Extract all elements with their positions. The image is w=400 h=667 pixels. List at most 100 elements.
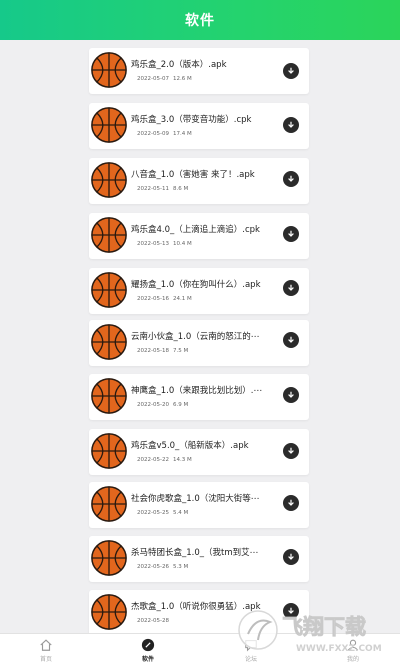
file-card[interactable]: 耀扬盒_1.0（你在狗叫什么）.apk 2022-05-16 24.1 M [89, 268, 309, 314]
file-name: 鸡乐盒v5.0_（船新版本）.apk [131, 441, 249, 451]
file-name: 鸡乐盒_2.0（版本）.apk [131, 60, 227, 70]
file-name: 社会你虎歌盒_1.0（沈阳大街等⋯ [131, 494, 260, 504]
file-size: 24.1 M [172, 296, 192, 302]
basketball-icon [91, 324, 127, 360]
file-meta: 2022-05-25 5.4 M [137, 510, 188, 516]
file-card[interactable]: 鸡乐盒4.0_（上滴追上滴追）.cpk 2022-05-13 10.4 M [89, 213, 309, 259]
file-date: 2022-05-11 [137, 186, 169, 192]
file-size: 12.6 M [172, 76, 192, 82]
download-icon [288, 447, 294, 454]
download-button[interactable] [283, 117, 299, 133]
file-card[interactable]: 社会你虎歌盒_1.0（沈阳大街等⋯ 2022-05-25 5.4 M [89, 482, 309, 528]
file-meta: 2022-05-11 8.6 M [137, 186, 188, 192]
home-icon [40, 639, 52, 651]
file-name: 杰歌盒_1.0（听说你很勇猛）.apk [131, 602, 261, 612]
download-icon [288, 67, 294, 74]
basketball-icon [91, 217, 127, 253]
tab-home-label: 首页 [39, 656, 52, 663]
download-icon [288, 607, 294, 614]
download-icon [288, 391, 294, 398]
software-icon [141, 638, 155, 652]
download-button[interactable] [283, 171, 299, 187]
file-date: 2022-05-28 [137, 618, 169, 624]
app-header: 软件 [0, 0, 400, 40]
download-button[interactable] [283, 495, 299, 511]
tab-software[interactable]: 软件 [128, 638, 168, 666]
download-icon [288, 230, 294, 237]
file-meta: 2022-05-13 10.4 M [137, 241, 192, 247]
file-list[interactable]: 鸡乐盒_2.0（版本）.apk 2022-05-07 12.6 M 鸡乐盒_3.0… [0, 40, 400, 633]
file-name: 云南小伙盒_1.0（云南的怒江的⋯ [131, 332, 260, 342]
basketball-icon [91, 107, 127, 143]
file-size: 17.4 M [172, 131, 192, 137]
tab-profile[interactable]: 我的 [333, 638, 373, 666]
tab-profile-label: 我的 [346, 656, 359, 663]
file-date: 2022-05-16 [137, 296, 169, 302]
file-meta: 2022-05-18 7.5 M [137, 348, 188, 354]
basketball-icon [91, 540, 127, 576]
file-date: 2022-05-09 [137, 131, 169, 137]
file-name: 神鹰盒_1.0（来跟我比划比划）.⋯ [131, 386, 262, 396]
file-date: 2022-05-22 [137, 457, 169, 463]
tab-software-label: 软件 [141, 656, 154, 663]
download-icon [288, 121, 294, 128]
file-meta: 2022-05-09 17.4 M [137, 131, 192, 137]
basketball-icon [91, 486, 127, 522]
file-date: 2022-05-25 [137, 510, 169, 516]
download-button[interactable] [283, 332, 299, 348]
file-date: 2022-05-20 [137, 402, 169, 408]
download-button[interactable] [283, 549, 299, 565]
tab-forum[interactable]: 论坛 [231, 638, 271, 666]
download-icon [288, 175, 294, 182]
file-date: 2022-05-13 [137, 241, 169, 247]
file-size: 14.3 M [172, 457, 192, 463]
file-name: 杀马特团长盒_1.0_（我tm到艾⋯ [131, 548, 259, 558]
download-button[interactable] [283, 280, 299, 296]
file-name: 八音盒_1.0（害她害 来了！.apk [131, 170, 255, 180]
file-card[interactable]: 杰歌盒_1.0（听说你很勇猛）.apk 2022-05-28 [89, 590, 309, 633]
download-icon [288, 336, 294, 343]
file-meta: 2022-05-07 12.6 M [137, 76, 192, 82]
file-card[interactable]: 鸡乐盒_2.0（版本）.apk 2022-05-07 12.6 M [89, 48, 309, 94]
bottom-tab-bar: 首页 软件 论坛 我的 [0, 633, 400, 667]
file-card[interactable]: 鸡乐盒v5.0_（船新版本）.apk 2022-05-22 14.3 M [89, 429, 309, 475]
file-size: 6.9 M [172, 402, 189, 408]
file-meta: 2022-05-28 [137, 618, 173, 624]
file-date: 2022-05-18 [137, 348, 169, 354]
file-size: 7.5 M [172, 348, 189, 354]
basketball-icon [91, 594, 127, 630]
file-date: 2022-05-07 [137, 76, 169, 82]
file-meta: 2022-05-20 6.9 M [137, 402, 188, 408]
basketball-icon [91, 433, 127, 469]
basketball-icon [91, 162, 127, 198]
file-date: 2022-05-26 [137, 564, 169, 570]
file-size: 10.4 M [172, 241, 192, 247]
file-size: 8.6 M [172, 186, 189, 192]
file-card[interactable]: 杀马特团长盒_1.0_（我tm到艾⋯ 2022-05-26 5.3 M [89, 536, 309, 582]
download-icon [288, 499, 294, 506]
download-button[interactable] [283, 603, 299, 619]
file-name: 鸡乐盒_3.0（带变音功能）.cpk [131, 115, 252, 125]
page-title: 软件 [185, 13, 215, 29]
file-size: 5.4 M [172, 510, 189, 516]
profile-icon [347, 639, 359, 651]
download-icon [288, 553, 294, 560]
file-card[interactable]: 云南小伙盒_1.0（云南的怒江的⋯ 2022-05-18 7.5 M [89, 320, 309, 366]
download-button[interactable] [283, 226, 299, 242]
tab-forum-label: 论坛 [244, 656, 257, 663]
file-meta: 2022-05-26 5.3 M [137, 564, 188, 570]
file-name: 耀扬盒_1.0（你在狗叫什么）.apk [131, 280, 261, 290]
forum-icon [245, 640, 257, 652]
file-card[interactable]: 鸡乐盒_3.0（带变音功能）.cpk 2022-05-09 17.4 M [89, 103, 309, 149]
tab-home[interactable]: 首页 [26, 638, 66, 666]
file-meta: 2022-05-22 14.3 M [137, 457, 192, 463]
file-size: 5.3 M [172, 564, 189, 570]
file-card[interactable]: 神鹰盒_1.0（来跟我比划比划）.⋯ 2022-05-20 6.9 M [89, 374, 309, 420]
file-card[interactable]: 八音盒_1.0（害她害 来了！.apk 2022-05-11 8.6 M [89, 158, 309, 204]
download-button[interactable] [283, 63, 299, 79]
file-meta: 2022-05-16 24.1 M [137, 296, 192, 302]
download-button[interactable] [283, 443, 299, 459]
download-icon [288, 284, 294, 291]
download-button[interactable] [283, 387, 299, 403]
basketball-icon [91, 52, 127, 88]
